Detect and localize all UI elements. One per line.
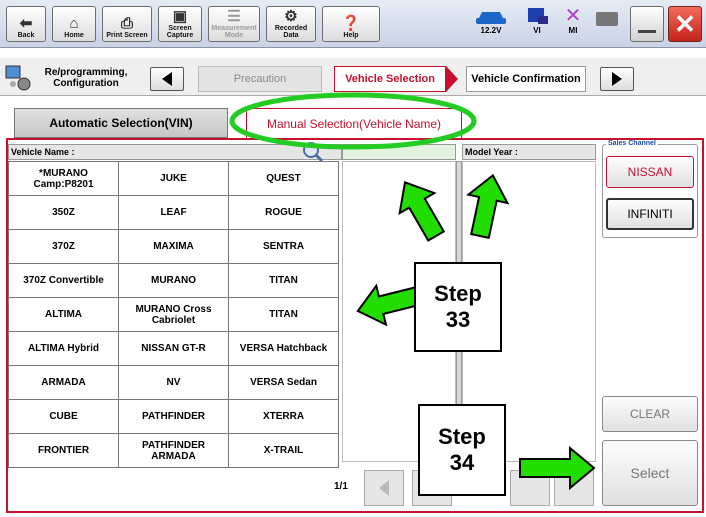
step-33-number: 33: [445, 307, 471, 332]
step-34-label: Step: [438, 424, 486, 449]
annotation-overlay: [229, 92, 596, 491]
highlight-oval: [229, 92, 477, 150]
step-33-callout: Step 33: [414, 262, 502, 352]
green-arrow-right: [519, 445, 596, 491]
step-33-label: Step: [434, 281, 482, 306]
step-34-callout: Step 34: [418, 404, 506, 496]
green-arrow-up-left: [398, 180, 446, 242]
step-34-number: 34: [449, 450, 475, 475]
green-arrow-up-right: [466, 173, 510, 240]
green-arrow-left: [356, 283, 422, 327]
